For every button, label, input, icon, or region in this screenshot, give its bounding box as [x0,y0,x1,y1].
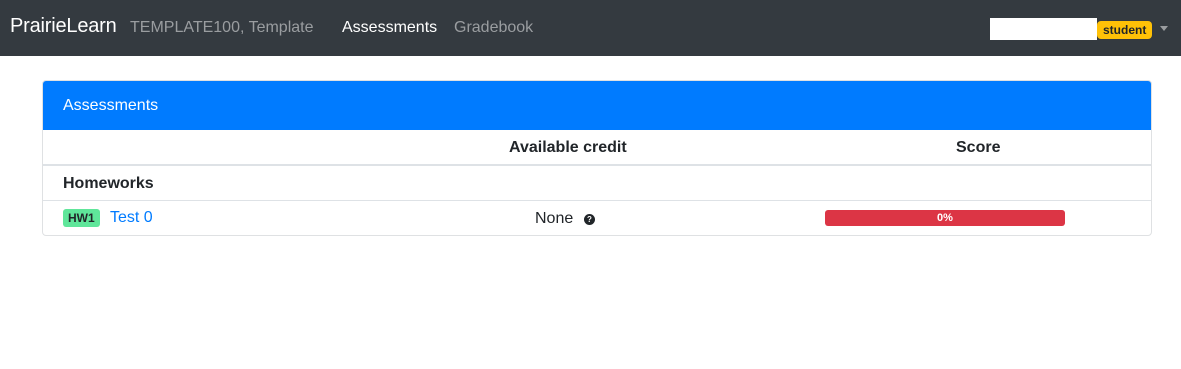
role-badge[interactable]: student [1097,21,1153,39]
available-credit-value: None [535,210,574,227]
nav-assessments[interactable]: Assessments [342,19,437,37]
card-header: Assessments [43,81,1151,130]
user-name-redacted[interactable] [990,18,1097,40]
question-circle-icon[interactable]: ? [584,214,595,225]
group-label: Homeworks [63,175,154,192]
score-label: 0% [937,212,953,224]
column-header-credit: Available credit [509,139,627,156]
assessment-badge: HW1 [63,209,100,227]
assessment-link[interactable]: Test 0 [110,209,153,227]
group-row: Homeworks [43,166,1151,201]
assessments-card: Assessments Available credit Score Homew… [42,80,1152,236]
chevron-down-icon[interactable] [1160,26,1168,31]
brand-logo[interactable]: PrairieLearn [10,15,117,38]
table-header-row: Available credit Score [43,130,1151,166]
score-progress-bar: 0% [825,210,1065,226]
table-row: HW1 Test 0 None ? 0% [43,201,1151,235]
nav-gradebook[interactable]: Gradebook [454,19,533,37]
column-header-score: Score [956,139,1001,156]
top-navbar: PrairieLearn TEMPLATE100, Template Asses… [0,0,1181,56]
course-name[interactable]: TEMPLATE100, Template [130,19,314,37]
